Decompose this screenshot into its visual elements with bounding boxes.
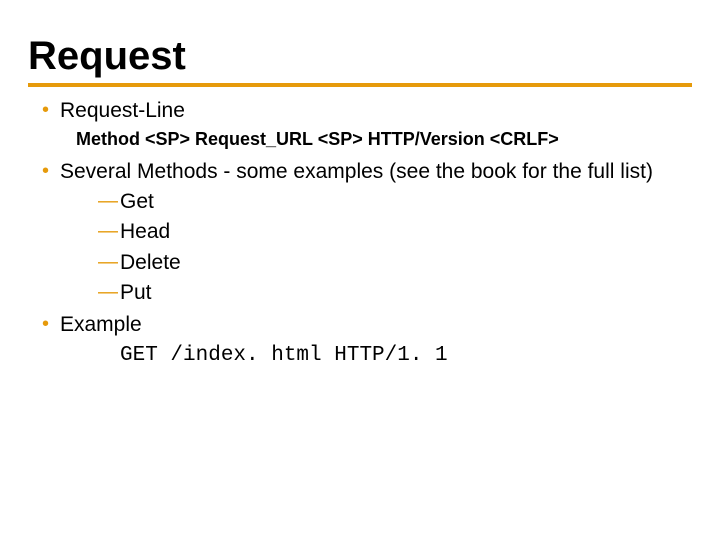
slide: Request Request-Line Method <SP> Request… bbox=[0, 0, 720, 370]
bullet-request-line: Request-Line Method <SP> Request_URL <SP… bbox=[42, 97, 692, 152]
bullet-example: Example GET /index. html HTTP/1. 1 bbox=[42, 311, 692, 370]
slide-content: Request-Line Method <SP> Request_URL <SP… bbox=[28, 97, 692, 370]
methods-sublist: Get Head Delete Put bbox=[60, 188, 692, 307]
slide-title: Request bbox=[28, 34, 692, 79]
bullet-text: Example bbox=[60, 313, 142, 336]
bullet-list: Request-Line Method <SP> Request_URL <SP… bbox=[28, 97, 692, 370]
method-item-delete: Delete bbox=[98, 249, 692, 277]
bullet-text: Request-Line bbox=[60, 99, 185, 122]
bullet-text: Several Methods - some examples (see the… bbox=[60, 160, 653, 183]
example-code: GET /index. html HTTP/1. 1 bbox=[60, 342, 692, 370]
method-label: Delete bbox=[120, 251, 181, 274]
bullet-methods: Several Methods - some examples (see the… bbox=[42, 158, 692, 308]
method-item-get: Get bbox=[98, 188, 692, 216]
method-label: Head bbox=[120, 220, 170, 243]
request-line-syntax: Method <SP> Request_URL <SP> HTTP/Versio… bbox=[60, 127, 692, 151]
method-label: Get bbox=[120, 190, 154, 213]
method-item-head: Head bbox=[98, 218, 692, 246]
title-underline bbox=[28, 83, 692, 87]
method-label: Put bbox=[120, 281, 152, 304]
method-item-put: Put bbox=[98, 279, 692, 307]
